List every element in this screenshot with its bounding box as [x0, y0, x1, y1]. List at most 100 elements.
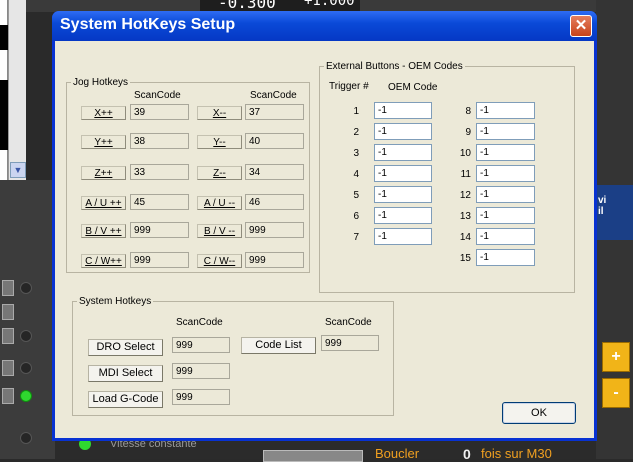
mdi-select-scancode[interactable] [172, 363, 230, 379]
trigger-number: 11 [460, 169, 471, 180]
dro-right: +1.000 [304, 0, 355, 9]
system-scancode-header-right: ScanCode [325, 317, 372, 328]
oem-code-field[interactable] [374, 186, 432, 203]
oem-code-field[interactable] [476, 165, 535, 182]
oem-code-field[interactable] [374, 102, 432, 119]
oem-code-field[interactable] [476, 102, 535, 119]
arrow-down-icon[interactable]: - [602, 378, 630, 408]
oem-code-field[interactable] [476, 123, 535, 140]
trigger-number: 15 [459, 253, 471, 264]
oem-code-field[interactable] [374, 165, 432, 182]
led-indicator [20, 282, 32, 294]
jog-button[interactable]: B / V -- [197, 224, 242, 238]
trigger-number: 13 [459, 211, 471, 222]
led-indicator [20, 330, 32, 342]
arrow-up-icon[interactable]: + [602, 342, 630, 372]
jog-button[interactable]: A / U -- [197, 196, 242, 210]
dialog-titlebar[interactable]: System HotKeys Setup ✕ [52, 11, 597, 41]
oem-code-field[interactable] [476, 249, 535, 266]
oem-code-field[interactable] [476, 144, 535, 161]
right-control-column: vi il + - [596, 0, 633, 459]
jog-button[interactable]: Y-- [197, 135, 242, 149]
jog-scancode[interactable] [130, 252, 189, 268]
side-button[interactable] [2, 328, 14, 344]
hotkeys-dialog: System HotKeys Setup ✕ Jog Hotkeys ScanC… [52, 11, 597, 441]
jog-hotkeys-legend: Jog Hotkeys [73, 77, 129, 88]
code-list-button[interactable]: Code List [241, 337, 316, 354]
code-scrollbar[interactable]: ▼ [8, 0, 26, 180]
side-button[interactable] [2, 280, 14, 296]
load-gcode-button[interactable]: Load G-Code [88, 391, 163, 408]
jog-scancode[interactable] [245, 133, 304, 149]
dro-select-button[interactable]: DRO Select [88, 339, 163, 356]
jog-scancode[interactable] [245, 104, 304, 120]
trigger-number: 3 [353, 148, 359, 159]
oem-code-field[interactable] [374, 228, 432, 245]
blue-panel: vi il [596, 185, 633, 240]
loop-count: 0 [463, 446, 471, 462]
left-led-column [0, 180, 55, 459]
jog-scancode[interactable] [130, 222, 189, 238]
trigger-number: 1 [353, 106, 359, 117]
external-buttons-legend: External Buttons - OEM Codes [326, 61, 463, 72]
code-panel-strip [0, 80, 8, 150]
oem-code-field[interactable] [476, 186, 535, 203]
dro-select-scancode[interactable] [172, 337, 230, 353]
scroll-down-icon[interactable]: ▼ [10, 162, 26, 178]
dialog-title: System HotKeys Setup [60, 16, 236, 33]
jog-button[interactable]: X-- [197, 106, 242, 120]
led-indicator [20, 432, 32, 444]
oem-code-field[interactable] [476, 207, 535, 224]
side-button[interactable] [2, 304, 14, 320]
ok-button[interactable]: OK [502, 402, 576, 424]
trigger-number: 5 [353, 190, 359, 201]
system-hotkeys-legend: System Hotkeys [79, 296, 152, 307]
oem-code-field[interactable] [374, 144, 432, 161]
jog-button[interactable]: Y++ [81, 135, 126, 149]
jog-scancode[interactable] [130, 194, 189, 210]
oem-code-header: OEM Code [388, 82, 438, 93]
trigger-number: 8 [465, 106, 471, 117]
side-button[interactable] [2, 360, 14, 376]
jog-button[interactable]: A / U ++ [81, 196, 126, 210]
oem-code-field[interactable] [374, 207, 432, 224]
system-scancode-header-left: ScanCode [176, 317, 223, 328]
trigger-number: 14 [459, 232, 471, 243]
jog-button[interactable]: B / V ++ [81, 224, 126, 238]
trigger-number: 10 [459, 148, 471, 159]
trigger-number: 4 [353, 169, 359, 180]
side-button[interactable] [2, 388, 14, 404]
jog-button[interactable]: C / W++ [81, 254, 126, 268]
jog-button[interactable]: Z++ [81, 166, 126, 180]
jog-scancode[interactable] [245, 194, 304, 210]
trigger-number: 7 [353, 232, 359, 243]
jog-button[interactable]: C / W-- [197, 254, 242, 268]
jog-scancode[interactable] [130, 164, 189, 180]
led-indicator [20, 390, 32, 402]
jog-button[interactable]: Z-- [197, 166, 242, 180]
jog-scancode-header-right: ScanCode [250, 90, 297, 101]
trigger-number: 6 [353, 211, 359, 222]
bottom-button[interactable] [263, 450, 363, 462]
jog-scancode[interactable] [130, 104, 189, 120]
trigger-number: 9 [465, 127, 471, 138]
jog-scancode[interactable] [130, 133, 189, 149]
jog-scancode[interactable] [245, 222, 304, 238]
mdi-select-button[interactable]: MDI Select [88, 365, 163, 382]
jog-scancode[interactable] [245, 252, 304, 268]
trigger-header: Trigger # [329, 81, 369, 92]
oem-code-field[interactable] [374, 123, 432, 140]
jog-button[interactable]: X++ [81, 106, 126, 120]
dialog-client: Jog Hotkeys ScanCode ScanCode X++ X-- Y++ Y… [55, 41, 594, 438]
jog-scancode[interactable] [245, 164, 304, 180]
code-panel-strip [0, 25, 8, 50]
code-list-scancode[interactable] [321, 335, 379, 351]
close-icon[interactable]: ✕ [570, 15, 592, 37]
jog-scancode-header-left: ScanCode [134, 90, 181, 101]
bottom-status-bar: Vitesse constante Boucler 0 fois sur M30 [55, 438, 596, 462]
trigger-number: 12 [459, 190, 471, 201]
trigger-number: 2 [353, 127, 359, 138]
led-indicator [20, 362, 32, 374]
oem-code-field[interactable] [476, 228, 535, 245]
load-gcode-scancode[interactable] [172, 389, 230, 405]
